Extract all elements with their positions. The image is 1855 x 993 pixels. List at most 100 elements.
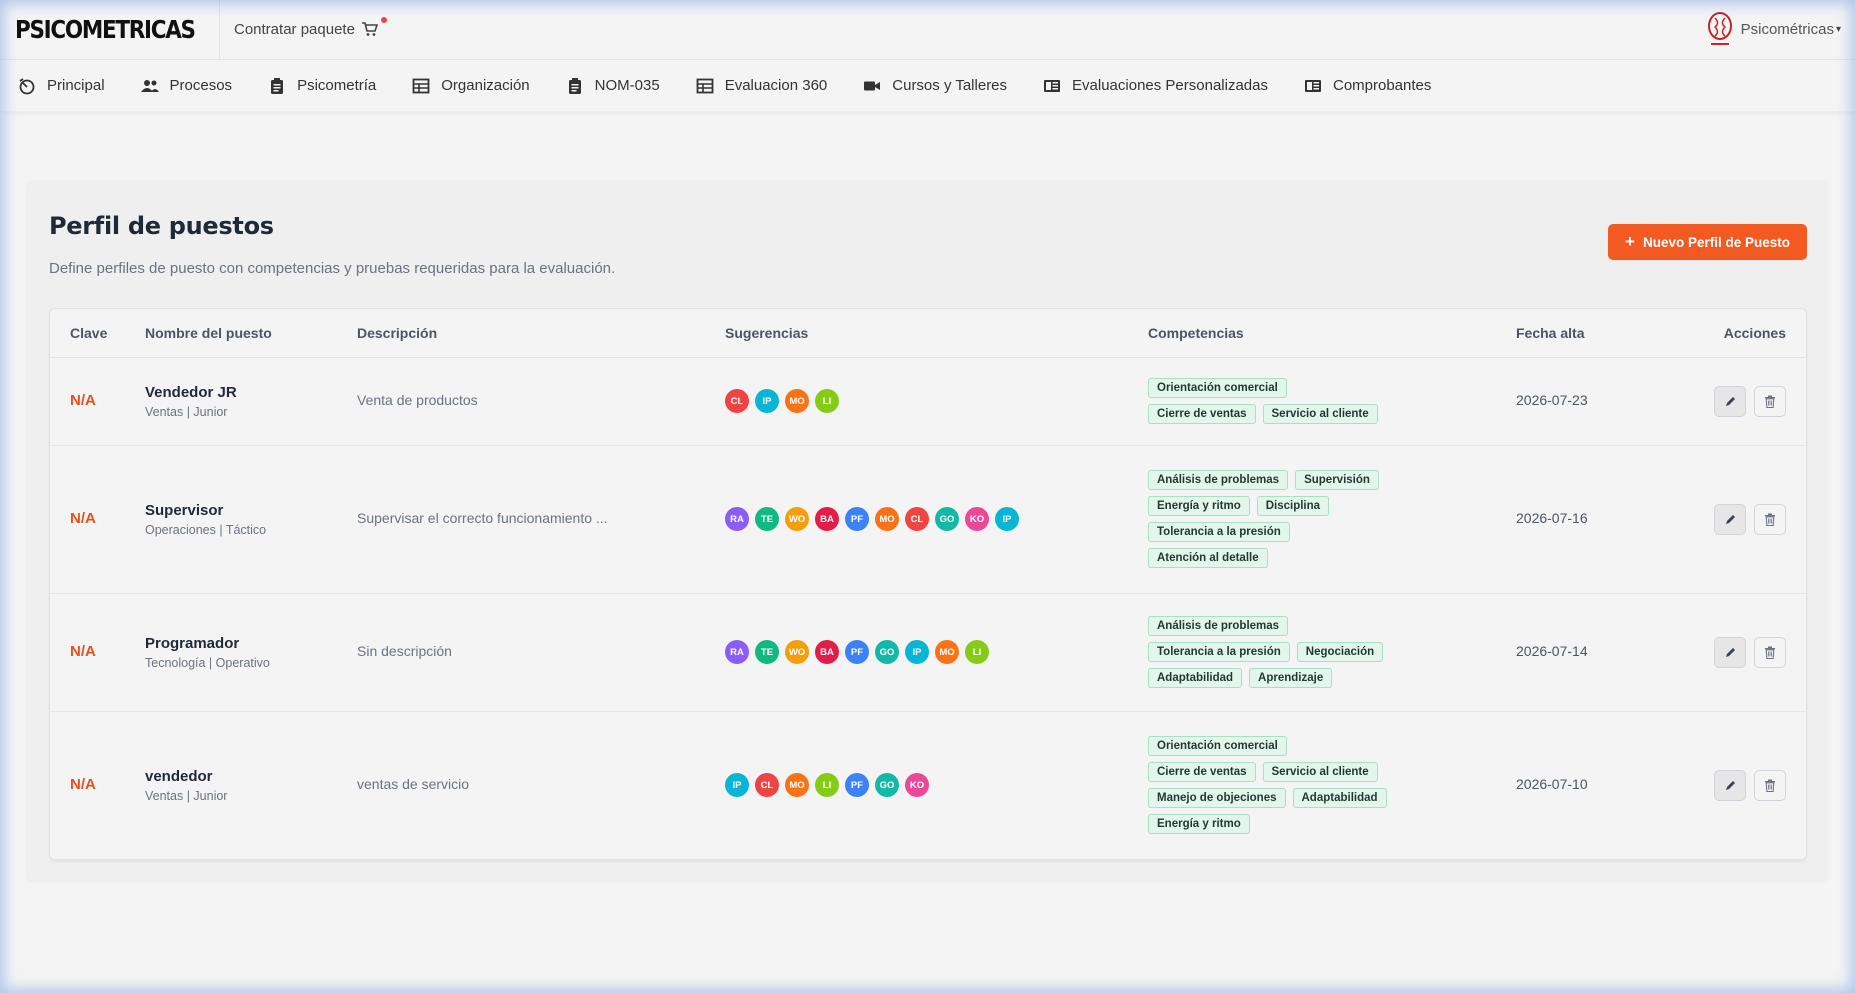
col-header-acciones: Acciones [1692, 309, 1806, 358]
clave-value: N/A [70, 510, 96, 527]
new-button-label: Nuevo Perfil de Puesto [1642, 234, 1790, 250]
clipboard-icon [271, 77, 284, 94]
delete-button[interactable] [1754, 385, 1786, 417]
nav-item-organizacion[interactable]: Organización [412, 60, 530, 112]
suggestion-badge: IP [905, 640, 929, 664]
suggestion-badge: RA [725, 640, 749, 664]
suggestion-badge: BA [815, 640, 839, 664]
nav-item-evaluaciones-personalizadas[interactable]: Evaluaciones Personalizadas [1043, 60, 1268, 112]
brand-name: PSICOMETRICAS [15, 15, 196, 44]
nav-item-psicometria[interactable]: Psicometría [268, 60, 376, 112]
job-description: ventas de servicio [357, 776, 470, 793]
row-actions [1692, 636, 1786, 668]
job-profiles-table: Clave Nombre del puesto Descripción Suge… [49, 308, 1807, 860]
row-actions [1692, 769, 1786, 801]
created-date: 2026-07-23 [1516, 392, 1588, 408]
notification-dot [380, 17, 387, 23]
nav-item-cursos-talleres[interactable]: Cursos y Talleres [863, 60, 1007, 112]
delete-button[interactable] [1754, 503, 1786, 535]
job-meta: Ventas | Junior [145, 404, 228, 419]
people-icon [140, 79, 159, 92]
created-date: 2026-07-16 [1516, 510, 1588, 526]
col-header-nombre[interactable]: Nombre del puesto [145, 309, 357, 358]
competency-tag: Aprendizaje [1249, 668, 1333, 688]
suggestion-badge: WO [785, 507, 809, 531]
job-profiles-card: Perfil de puestos Define perfiles de pue… [26, 180, 1829, 883]
job-meta: Operaciones | Táctico [145, 522, 267, 537]
cart-label: Contratar paquete [234, 21, 355, 38]
brand[interactable]: PSICOMETRICAS [0, 0, 220, 60]
competency-tag: Tolerancia a la presión [1148, 642, 1290, 662]
clave-value: N/A [70, 392, 96, 409]
job-description: Supervisar el correcto funcionamiento ..… [357, 510, 608, 526]
nav-item-principal[interactable]: Principal [18, 60, 105, 112]
suggestions-list: RA TE WO BA PF MO CL GO KO IP [725, 507, 1148, 531]
job-meta: Tecnología | Operativo [145, 655, 270, 670]
edit-button[interactable] [1714, 636, 1746, 668]
table-header-row: Clave Nombre del puesto Descripción Suge… [50, 309, 1806, 358]
nav-item-nom035[interactable]: NOM-035 [566, 60, 660, 112]
suggestion-badge: CL [755, 773, 779, 798]
col-header-fecha[interactable]: Fecha alta [1516, 309, 1692, 358]
top-bar: PSICOMETRICAS Contratar paquete Psicomét… [0, 0, 1855, 60]
competency-tag: Manejo de objeciones [1148, 788, 1286, 809]
suggestions-list: IP CL MO LI PF GO KO [725, 773, 1148, 798]
table-row: N/A Vendedor JR Ventas | Junior Venta de… [50, 357, 1806, 446]
competency-tag: Negociación [1296, 642, 1384, 662]
suggestion-badge: TE [755, 640, 779, 664]
suggestion-badge: WO [785, 640, 809, 664]
competency-tag: Disciplina [1256, 496, 1330, 516]
competency-tag: Energía y ritmo [1148, 814, 1250, 835]
competency-tag: Servicio al cliente [1262, 404, 1378, 424]
nav-item-evaluacion-360[interactable]: Evaluacion 360 [696, 60, 827, 112]
suggestion-badge: LI [815, 389, 839, 413]
suggestion-badge: PF [845, 507, 869, 531]
job-description: Venta de productos [357, 392, 478, 408]
suggestion-badge: MO [875, 507, 899, 531]
user-menu[interactable]: Psicométricas ▾ [1705, 10, 1841, 48]
col-header-competencias[interactable]: Competencias [1148, 309, 1516, 358]
nav-label: Procesos [169, 77, 233, 94]
suggestion-badge: KO [905, 773, 929, 798]
suggestion-badge: TE [755, 507, 779, 531]
page-subtitle: Define perfiles de puesto con competenci… [49, 260, 616, 277]
clave-value: N/A [70, 643, 96, 660]
suggestion-badge: GO [875, 773, 899, 798]
clipboard-icon [568, 77, 581, 94]
edit-button[interactable] [1714, 385, 1746, 417]
col-header-descripcion[interactable]: Descripción [357, 309, 725, 358]
nav-item-procesos[interactable]: Procesos [140, 60, 233, 112]
new-job-profile-button[interactable]: + Nuevo Perfil de Puesto [1608, 224, 1807, 260]
suggestion-badge: IP [725, 773, 749, 798]
nav-label: Psicometría [297, 77, 377, 94]
competencies-list: Análisis de problemas Supervisión Energía … [1148, 454, 1388, 584]
competency-tag: Cierre de ventas [1148, 404, 1256, 424]
nav-label: Organización [441, 77, 530, 94]
competency-tag: Tolerancia a la presión [1148, 522, 1290, 542]
delete-button[interactable] [1754, 769, 1786, 801]
book-icon [1304, 79, 1321, 92]
delete-button[interactable] [1754, 636, 1786, 668]
suggestion-badge: MO [785, 389, 809, 413]
created-date: 2026-07-10 [1516, 776, 1588, 793]
competency-tag: Servicio al cliente [1262, 762, 1378, 783]
trash-icon [1765, 779, 1775, 792]
table-body: N/A Vendedor JR Ventas | Junior Venta de… [50, 357, 1806, 859]
edit-button[interactable] [1714, 503, 1746, 535]
job-name: Programador [145, 634, 240, 652]
row-actions [1692, 503, 1786, 535]
competencies-list: Análisis de problemas Tolerancia a la pre… [1148, 600, 1388, 704]
col-header-clave[interactable]: Clave [50, 309, 145, 358]
cart-icon [361, 17, 387, 38]
competency-tag: Energía y ritmo [1148, 496, 1250, 516]
page-title: Perfil de puestos [49, 212, 274, 240]
nav-item-comprobantes[interactable]: Comprobantes [1304, 60, 1431, 112]
col-header-sugerencias[interactable]: Sugerencias [725, 309, 1148, 358]
dashboard-icon [19, 77, 35, 94]
edit-button[interactable] [1714, 769, 1746, 801]
nav-label: NOM-035 [594, 77, 660, 94]
plus-icon: + [1625, 232, 1635, 251]
contract-package-link[interactable]: Contratar paquete [234, 17, 387, 38]
table-row: N/A Programador Tecnología | Operativo S… [50, 593, 1806, 712]
suggestion-badge: GO [935, 507, 959, 531]
